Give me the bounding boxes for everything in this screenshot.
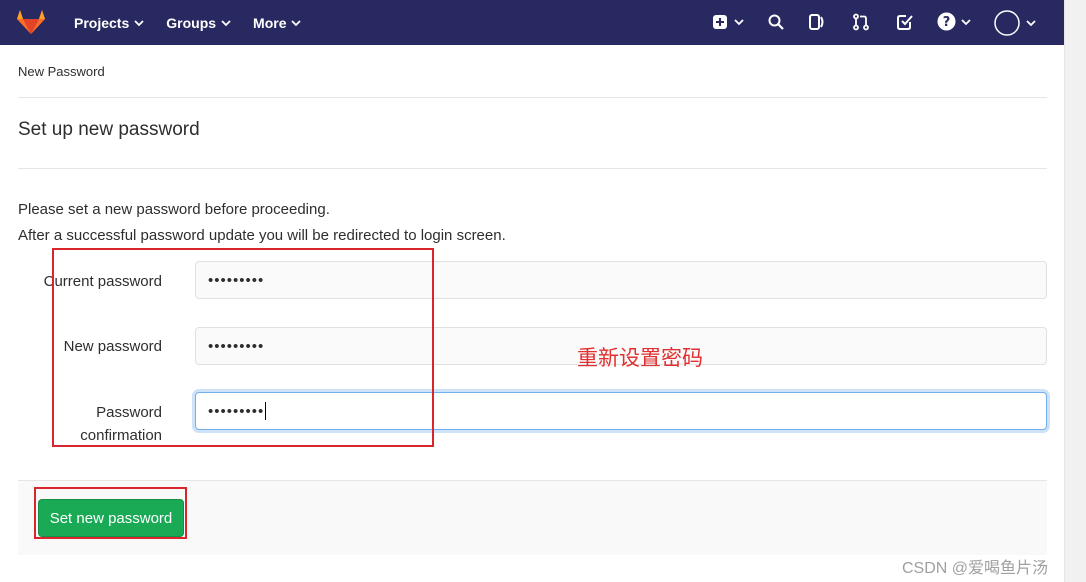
new-item-dropdown[interactable] (712, 14, 744, 30)
search-icon (768, 14, 784, 30)
plus-square-icon (713, 15, 727, 29)
top-navbar: Projects Groups More ? (0, 0, 1064, 45)
search-button[interactable] (768, 14, 784, 30)
merge-request-icon (853, 13, 869, 31)
page-title: Set up new password (18, 119, 200, 140)
todos-button[interactable] (896, 13, 914, 31)
description-line-2: After a successful password update you w… (18, 227, 506, 244)
navbar-right-icons: ? (0, 0, 1064, 45)
chevron-down-icon (1026, 20, 1036, 27)
issues-button[interactable] (808, 13, 826, 31)
page-scrollbar[interactable] (1064, 0, 1086, 582)
annotation-box-button (34, 487, 187, 539)
divider (18, 97, 1047, 98)
annotation-box-fields (52, 248, 434, 447)
svg-text:?: ? (943, 15, 951, 30)
annotation-text: 重新设置密码 (577, 347, 703, 370)
divider (18, 168, 1047, 169)
merge-requests-button[interactable] (852, 13, 870, 31)
breadcrumb[interactable]: New Password (18, 64, 105, 79)
help-question-icon: ? (937, 12, 956, 31)
avatar (994, 10, 1020, 36)
issues-icon (809, 14, 824, 30)
chevron-down-icon (734, 19, 744, 26)
chevron-down-icon (961, 18, 971, 25)
help-dropdown[interactable]: ? (937, 12, 971, 31)
description-line-1: Please set a new password before proceed… (18, 201, 330, 218)
watermark: CSDN @爱喝鱼片汤 (902, 560, 1049, 577)
todo-check-icon (897, 15, 913, 30)
user-menu-dropdown[interactable] (994, 10, 1036, 36)
